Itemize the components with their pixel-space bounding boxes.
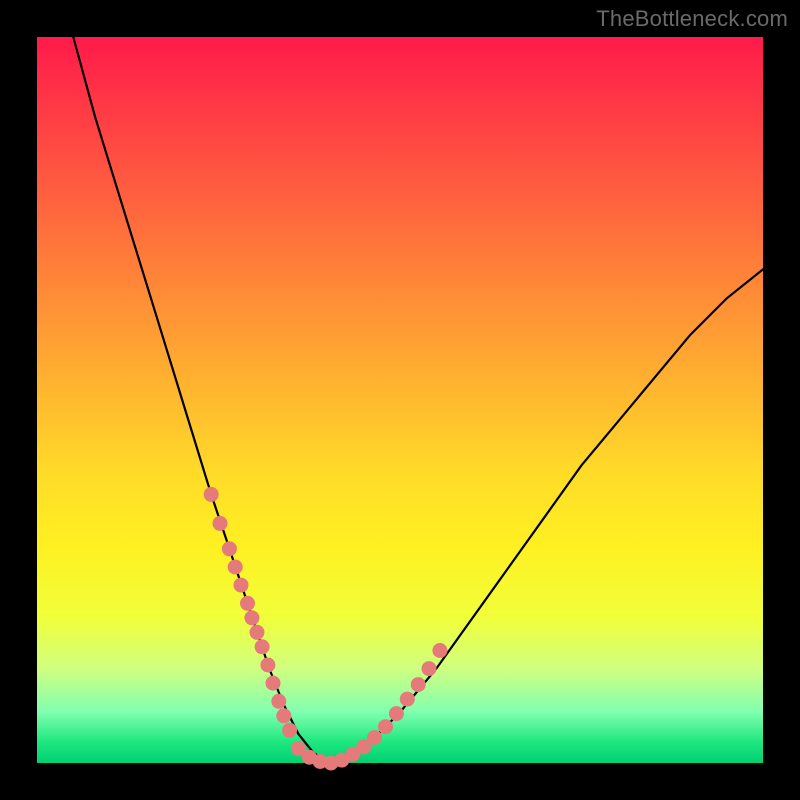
data-dot — [422, 661, 437, 676]
dot-cluster — [204, 487, 448, 771]
data-dot — [389, 706, 404, 721]
data-dot — [271, 694, 286, 709]
plot-area — [37, 37, 763, 763]
bottleneck-curve — [73, 37, 763, 763]
data-dot — [222, 541, 237, 556]
watermark-label: TheBottleneck.com — [596, 6, 788, 32]
curve-layer — [37, 37, 763, 763]
data-dot — [250, 625, 265, 640]
data-dot — [276, 708, 291, 723]
data-dot — [234, 578, 249, 593]
data-dot — [260, 658, 275, 673]
data-dot — [266, 676, 281, 691]
data-dot — [432, 643, 447, 658]
chart-frame: TheBottleneck.com — [0, 0, 800, 800]
data-dot — [244, 610, 259, 625]
data-dot — [213, 516, 228, 531]
data-dot — [282, 723, 297, 738]
data-dot — [411, 677, 426, 692]
data-dot — [228, 560, 243, 575]
data-dot — [255, 639, 270, 654]
data-dot — [204, 487, 219, 502]
data-dot — [240, 596, 255, 611]
data-dot — [367, 730, 382, 745]
data-dot — [378, 719, 393, 734]
data-dot — [400, 692, 415, 707]
